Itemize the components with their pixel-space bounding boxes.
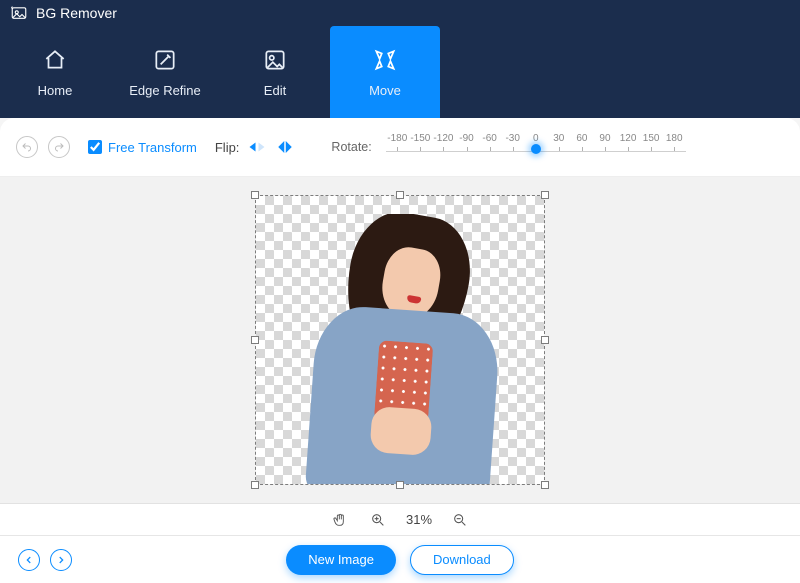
chevron-right-icon [56, 555, 66, 565]
zoom-strip: 31% [0, 504, 800, 536]
free-transform-input[interactable] [88, 140, 102, 154]
rotate-tick: -180 [386, 133, 409, 144]
rotate-tick: 60 [570, 133, 593, 144]
selection-box[interactable] [255, 195, 545, 485]
rotate-slider[interactable]: -180-150-120-90-60-300306090120150180 [386, 133, 686, 161]
hand-icon [332, 512, 348, 528]
tab-label: Edit [264, 83, 286, 98]
brand: BG Remover [0, 0, 800, 26]
flip-horizontal-button[interactable] [247, 138, 267, 156]
new-image-button[interactable]: New Image [286, 545, 396, 575]
resize-handle-tl[interactable] [251, 191, 259, 199]
zoom-in-icon [370, 512, 386, 528]
prev-image-button[interactable] [18, 549, 40, 571]
free-transform-checkbox[interactable]: Free Transform [88, 140, 197, 155]
flip-horizontal-icon [248, 139, 266, 155]
resize-handle-bm[interactable] [396, 481, 404, 489]
resize-handle-tm[interactable] [396, 191, 404, 199]
next-image-button[interactable] [50, 549, 72, 571]
redo-button[interactable] [48, 136, 70, 158]
edit-icon [262, 47, 288, 73]
pager [18, 549, 72, 571]
logo-icon [10, 4, 28, 22]
home-icon [42, 47, 68, 73]
tab-label: Move [369, 83, 401, 98]
download-button[interactable]: Download [410, 545, 514, 575]
tab-label: Home [38, 83, 73, 98]
rotate-tick: -60 [478, 133, 501, 144]
flip-label: Flip: [215, 140, 240, 155]
undo-icon [21, 141, 33, 153]
rotate-tick: -120 [432, 133, 455, 144]
resize-handle-tr[interactable] [541, 191, 549, 199]
chevron-left-icon [24, 555, 34, 565]
rotate-tick: 180 [663, 133, 686, 144]
tab-label: Edge Refine [129, 83, 201, 98]
footer: New Image Download [0, 536, 800, 583]
zoom-value: 31% [406, 512, 432, 527]
redo-icon [53, 141, 65, 153]
undo-button[interactable] [16, 136, 38, 158]
download-label: Download [433, 552, 491, 567]
resize-handle-mr[interactable] [541, 336, 549, 344]
rotate-tick: 0 [524, 133, 547, 144]
tab-edit[interactable]: Edit [220, 26, 330, 118]
tab-edge-refine[interactable]: Edge Refine [110, 26, 220, 118]
pan-tool-button[interactable] [330, 510, 350, 530]
rotate-tick: -30 [501, 133, 524, 144]
rotate-tick: -150 [409, 133, 432, 144]
brand-title: BG Remover [36, 5, 117, 21]
tab-home[interactable]: Home [0, 26, 110, 118]
new-image-label: New Image [308, 552, 374, 567]
rotate-tick: 30 [547, 133, 570, 144]
zoom-out-icon [452, 512, 468, 528]
rotate-slider-knob[interactable] [531, 144, 541, 154]
tabs: Home Edge Refine Edit Move [0, 26, 800, 118]
resize-handle-br[interactable] [541, 481, 549, 489]
rotate-tick: 120 [617, 133, 640, 144]
move-icon [372, 47, 398, 73]
tab-move[interactable]: Move [330, 26, 440, 118]
subject-image[interactable] [295, 214, 505, 484]
rotate-label: Rotate: [331, 140, 371, 154]
rotate-tick: -90 [455, 133, 478, 144]
zoom-in-button[interactable] [368, 510, 388, 530]
canvas-area[interactable] [0, 176, 800, 504]
rotate-tick: 150 [640, 133, 663, 144]
flip-vertical-button[interactable] [275, 138, 295, 156]
zoom-out-button[interactable] [450, 510, 470, 530]
free-transform-label: Free Transform [108, 140, 197, 155]
resize-handle-ml[interactable] [251, 336, 259, 344]
flip-vertical-icon [276, 139, 294, 155]
rotate-tick: 90 [593, 133, 616, 144]
app-header: BG Remover Home Edge Refine Edit Move [0, 0, 800, 118]
edge-refine-icon [152, 47, 178, 73]
resize-handle-bl[interactable] [251, 481, 259, 489]
toolbar: Free Transform Flip: Rotate: -180-150-12… [0, 118, 800, 176]
